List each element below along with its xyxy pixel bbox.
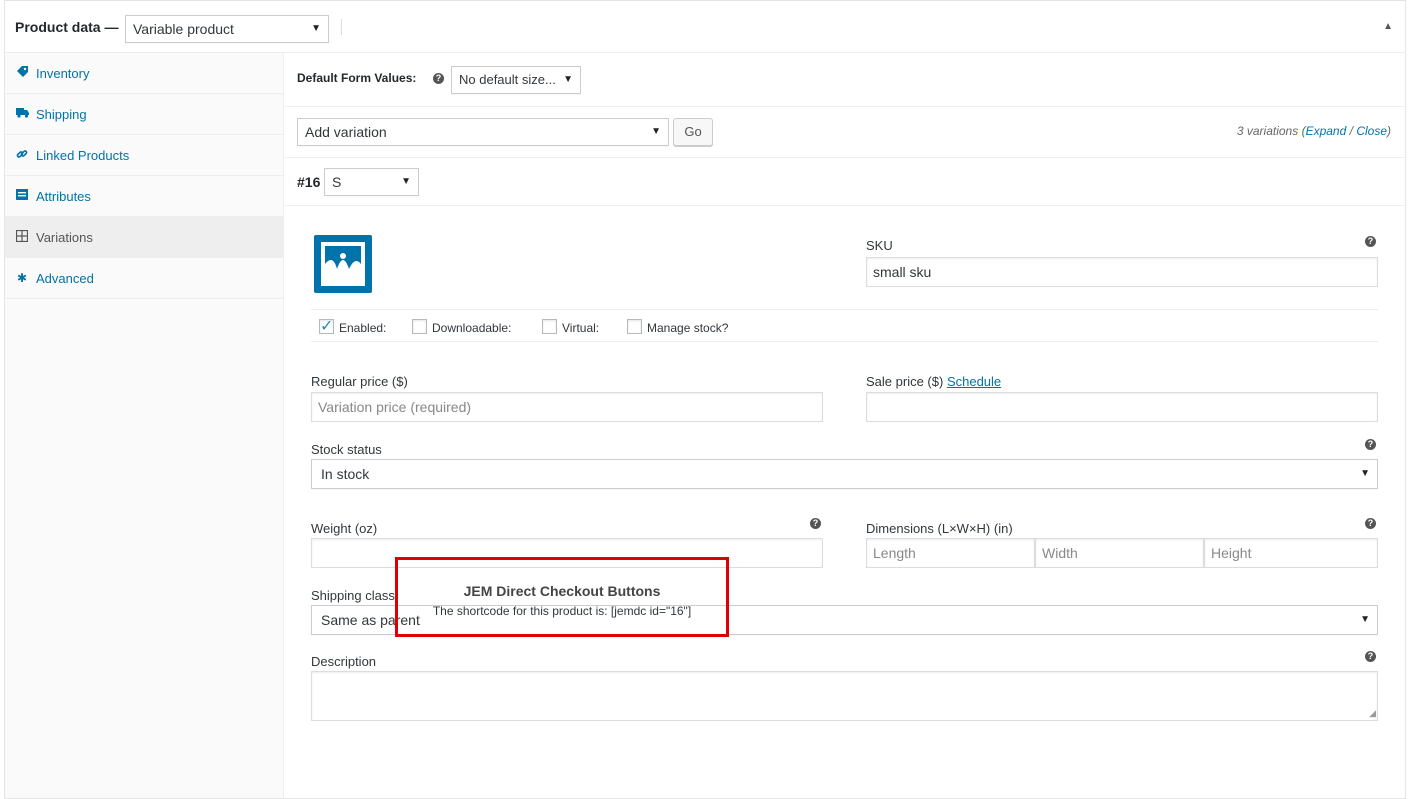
go-button[interactable]: Go (673, 118, 713, 146)
attributes-icon (15, 189, 29, 203)
jem-shortcode-text: The shortcode for this product is: [jemd… (432, 604, 692, 618)
enabled-label: Enabled: (339, 321, 387, 335)
height-input[interactable]: Height (1204, 538, 1378, 568)
variation-header: #16 S ▼ (285, 158, 1405, 206)
jem-title: JEM Direct Checkout Buttons (463, 583, 661, 599)
close-link[interactable]: Close (1356, 124, 1387, 138)
product-data-panel: Product data — Variable product ▼ ▲ Inve… (4, 0, 1406, 799)
manage-stock-checkbox[interactable] (627, 319, 642, 334)
divider (311, 309, 1378, 310)
tab-variations[interactable]: Variations (5, 217, 283, 258)
chevron-down-icon: ▼ (651, 126, 661, 137)
sku-input[interactable]: small sku (866, 257, 1378, 287)
tab-shipping-label: Shipping (36, 107, 87, 122)
tab-variations-label: Variations (36, 230, 93, 245)
variation-actions-bar: Add variation ▼ Go 3 variations (Expand … (285, 107, 1405, 158)
sale-price-label-text: Sale price ($) (866, 374, 944, 389)
product-type-select[interactable]: Variable product ▼ (125, 15, 329, 43)
dimensions-label: Dimensions (L×W×H) (in) (866, 521, 1013, 536)
expand-link[interactable]: Expand (1306, 124, 1347, 138)
variation-size-select[interactable]: S ▼ (324, 168, 419, 196)
help-icon[interactable]: ? (1365, 518, 1376, 529)
expand-close-separator: / (1349, 124, 1353, 138)
sku-label: SKU (866, 238, 893, 253)
regular-price-label: Regular price ($) (311, 374, 408, 389)
schedule-link[interactable]: Schedule (947, 374, 1001, 389)
variation-count: 3 variations (Expand / Close) (1236, 124, 1391, 138)
help-icon[interactable]: ? (1365, 439, 1376, 450)
manage-stock-label: Manage stock? (647, 321, 729, 335)
tab-linked-products-label: Linked Products (36, 148, 130, 163)
help-icon[interactable]: ? (1365, 651, 1376, 662)
grid-icon (15, 229, 29, 244)
virtual-checkbox[interactable] (542, 319, 557, 334)
divider (311, 341, 1378, 342)
chevron-down-icon: ▼ (401, 176, 411, 187)
variation-body: SKU ? small sku ✓ Enabled: Downloadable:… (285, 206, 1405, 798)
product-type-value: Variable product (133, 21, 234, 37)
gear-icon: ✱ (16, 271, 28, 285)
variation-action-value: Add variation (305, 124, 387, 140)
tab-attributes[interactable]: Attributes (5, 176, 283, 217)
tab-attributes-label: Attributes (36, 189, 91, 204)
length-input[interactable]: Length (866, 538, 1035, 568)
variation-size-value: S (332, 174, 342, 190)
help-icon[interactable]: ? (433, 73, 444, 84)
image-placeholder-icon (321, 242, 365, 286)
help-icon[interactable]: ? (810, 518, 821, 529)
default-size-select[interactable]: No default size... ▼ (451, 66, 581, 94)
tab-shipping[interactable]: Shipping (5, 94, 283, 135)
chevron-down-icon: ▼ (563, 74, 573, 85)
tab-advanced-label: Advanced (36, 271, 94, 286)
collapse-toggle-icon[interactable]: ▲ (1383, 21, 1393, 32)
variation-action-select[interactable]: Add variation ▼ (297, 118, 669, 146)
sale-price-label: Sale price ($) Schedule (866, 374, 1001, 389)
default-form-values-label: Default Form Values: (297, 71, 417, 85)
tab-inventory[interactable]: Inventory (5, 53, 283, 94)
help-icon[interactable]: ? (1365, 236, 1376, 247)
checkmark-icon: ✓ (320, 318, 334, 335)
description-label: Description (311, 654, 377, 669)
enabled-checkbox[interactable]: ✓ (319, 318, 334, 335)
tab-inventory-label: Inventory (36, 66, 90, 81)
product-data-header: Product data — Variable product ▼ ▲ (5, 1, 1405, 53)
downloadable-checkbox[interactable] (412, 319, 427, 334)
variation-count-text: 3 variations (1236, 124, 1299, 138)
weight-label: Weight (oz) (311, 521, 378, 536)
inventory-icon (15, 66, 29, 80)
product-data-title: Product data — (15, 19, 119, 35)
default-size-value: No default size... (459, 72, 556, 87)
variations-panel: Default Form Values: ? No default size..… (285, 53, 1405, 798)
downloadable-label: Downloadable: (432, 321, 512, 335)
description-textarea[interactable]: ◢ (311, 671, 1378, 721)
stock-status-label: Stock status (311, 442, 382, 457)
truck-icon (15, 107, 29, 121)
stock-status-value: In stock (321, 466, 370, 482)
chevron-down-icon: ▼ (311, 23, 321, 34)
link-icon (15, 148, 29, 162)
tab-advanced[interactable]: ✱ Advanced (5, 258, 283, 299)
virtual-label: Virtual: (562, 321, 600, 335)
jem-direct-checkout-box: JEM Direct Checkout Buttons The shortcod… (395, 557, 729, 637)
resize-handle-icon[interactable]: ◢ (1369, 708, 1376, 719)
variation-image-upload[interactable] (314, 235, 372, 293)
regular-price-input[interactable]: Variation price (required) (311, 392, 823, 422)
tab-linked-products[interactable]: Linked Products (5, 135, 283, 176)
product-data-tabs: Inventory Shipping Linked Products Attri… (5, 53, 284, 798)
stock-status-select[interactable]: In stock ▼ (311, 459, 1378, 489)
shipping-class-label: Shipping class (311, 588, 395, 603)
header-divider (341, 19, 342, 35)
variation-number: #16 (297, 174, 321, 190)
width-input[interactable]: Width (1035, 538, 1204, 568)
chevron-down-icon: ▼ (1360, 614, 1370, 625)
default-form-values-bar: Default Form Values: ? No default size..… (285, 53, 1405, 107)
chevron-down-icon: ▼ (1360, 468, 1370, 479)
sale-price-input[interactable] (866, 392, 1378, 422)
